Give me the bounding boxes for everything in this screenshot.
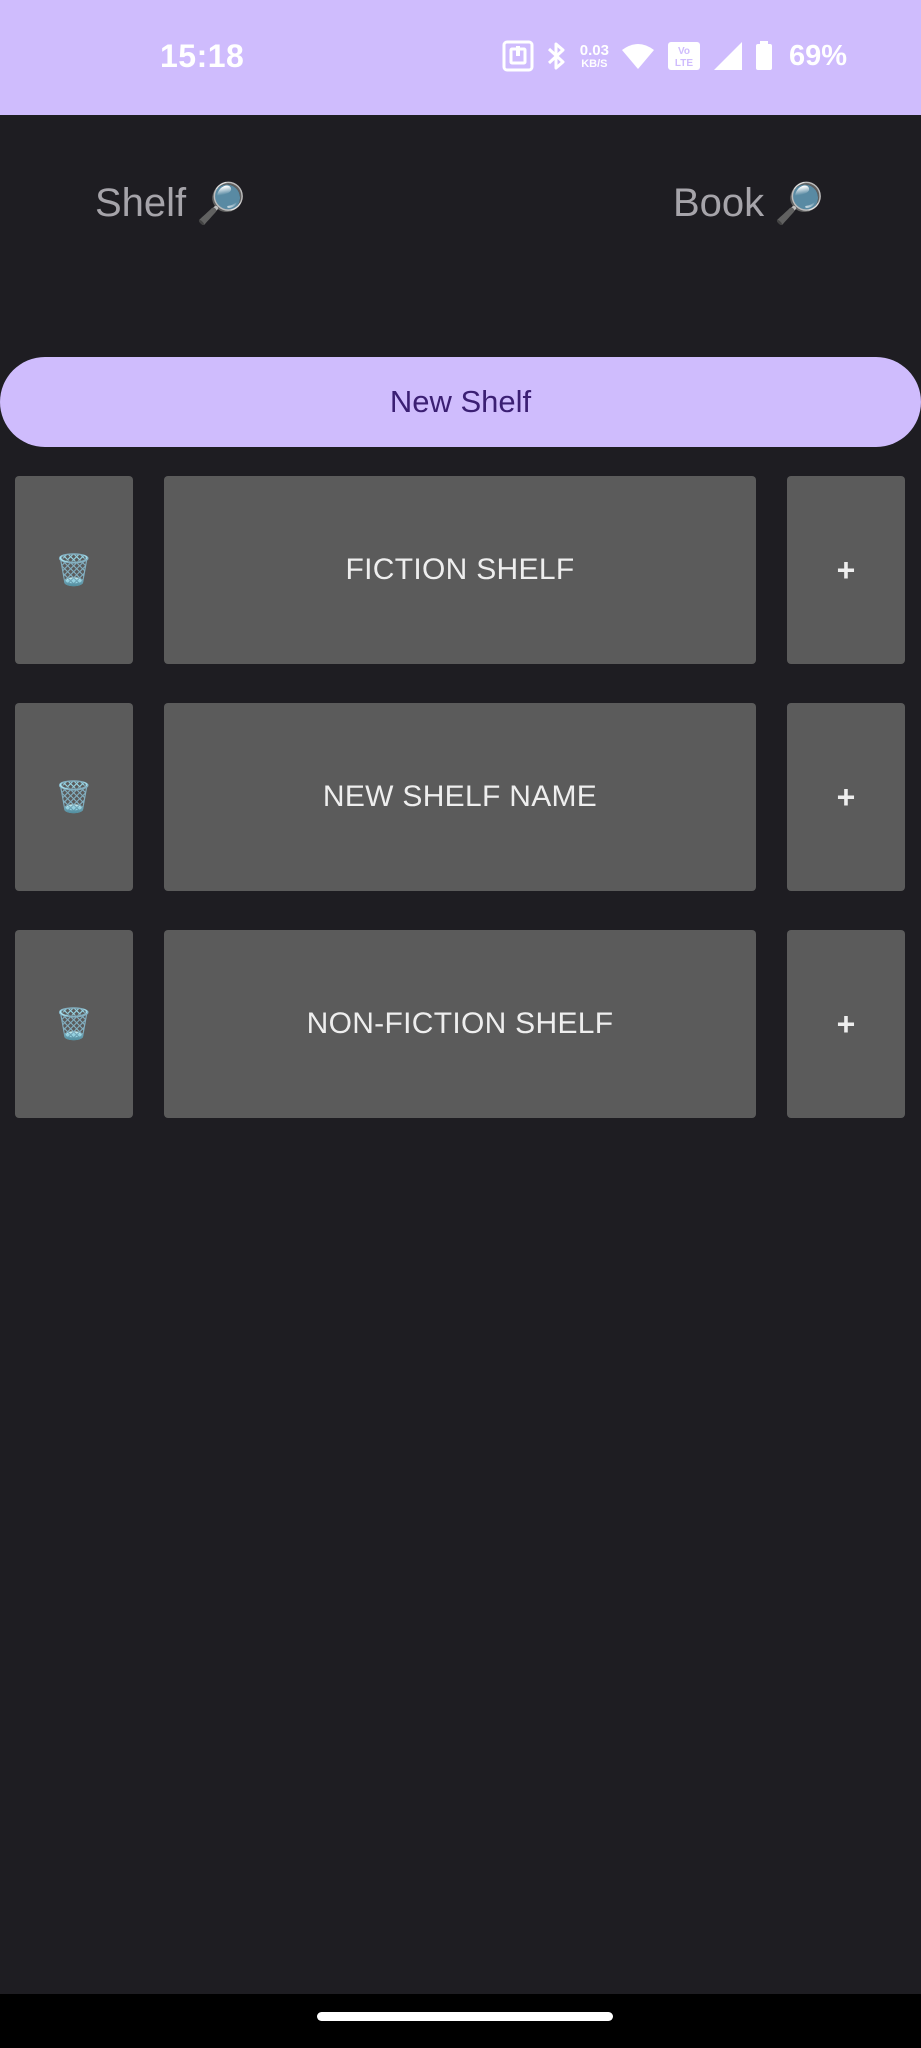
shelf-search-label: Shelf (95, 181, 187, 225)
nfc-icon (502, 40, 534, 72)
trash-icon: 🗑️ (55, 553, 93, 587)
volte-text-2: LTE (675, 58, 693, 69)
cell-signal-icon (713, 41, 743, 71)
add-book-button[interactable]: + (787, 476, 905, 664)
shelf-name-button[interactable]: NEW SHELF NAME (164, 703, 756, 891)
new-shelf-button[interactable]: New Shelf (0, 357, 921, 447)
status-bar: 15:18 0.03 KB/S Vo LTE 69% (0, 0, 921, 115)
delete-shelf-button[interactable]: 🗑️ (15, 703, 133, 891)
book-search-button[interactable]: Book 🔎 (673, 178, 824, 228)
add-book-button[interactable]: + (787, 930, 905, 1118)
battery-percent: 69% (788, 39, 847, 72)
shelf-row: 🗑️ NON-FICTION SHELF + (0, 930, 921, 1118)
volte-icon: Vo LTE (667, 41, 701, 71)
book-search-label: Book (673, 181, 765, 225)
shelf-row: 🗑️ FICTION SHELF + (0, 476, 921, 664)
shelf-row: 🗑️ NEW SHELF NAME + (0, 703, 921, 891)
status-time: 15:18 (160, 38, 245, 74)
add-book-button[interactable]: + (787, 703, 905, 891)
navigation-bar (0, 1994, 921, 2048)
home-gesture-handle[interactable] (317, 2012, 613, 2021)
shelf-search-button[interactable]: Shelf 🔎 (95, 178, 246, 228)
network-speed: 0.03 KB/S (580, 43, 609, 70)
status-icons: 0.03 KB/S Vo LTE 69% (502, 36, 847, 76)
network-speed-value: 0.03 (579, 41, 609, 59)
wifi-icon (621, 42, 655, 70)
volte-text-1: Vo (678, 46, 690, 57)
magnifier-icon: 🔎 (196, 181, 246, 226)
magnifier-icon: 🔎 (774, 181, 824, 226)
bluetooth-icon (546, 40, 568, 72)
shelf-name-button[interactable]: NON-FICTION SHELF (164, 930, 756, 1118)
trash-icon: 🗑️ (55, 780, 93, 814)
battery-icon (755, 41, 773, 71)
shelf-name-button[interactable]: FICTION SHELF (164, 476, 756, 664)
delete-shelf-button[interactable]: 🗑️ (15, 930, 133, 1118)
network-speed-unit: KB/S (581, 57, 608, 70)
delete-shelf-button[interactable]: 🗑️ (15, 476, 133, 664)
trash-icon: 🗑️ (55, 1007, 93, 1041)
